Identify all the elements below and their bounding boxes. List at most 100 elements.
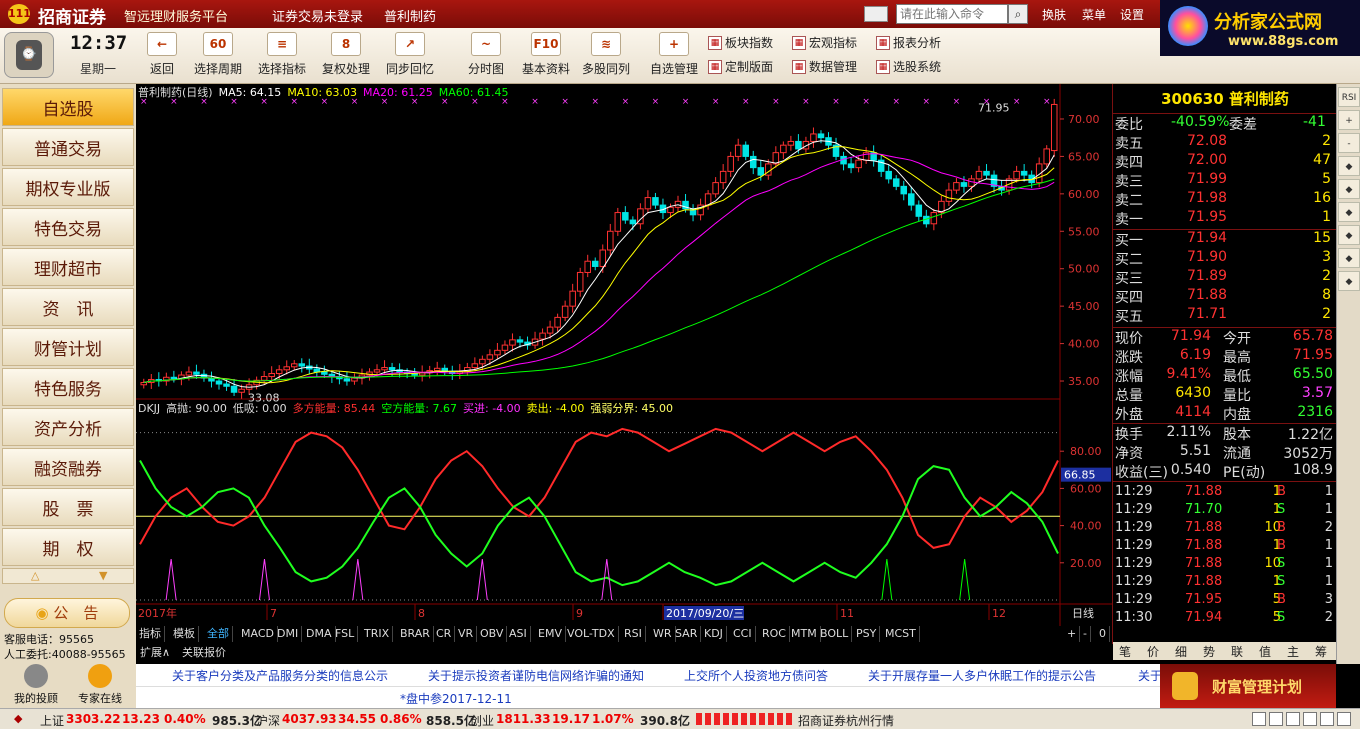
indicator-tab-12[interactable]: ASI xyxy=(506,626,531,642)
tray-icon-0[interactable] xyxy=(1252,712,1266,726)
expert-online-button[interactable]: 专家在线 xyxy=(72,664,128,708)
my-advisor-button[interactable]: 我的投顾 xyxy=(8,664,64,708)
notice-button[interactable]: ◉ 公 告 xyxy=(4,598,130,628)
period-label[interactable]: 日线 xyxy=(1072,606,1094,620)
bid-level[interactable]: 买五 71.71 2 xyxy=(1113,306,1337,325)
news-item-2[interactable]: 上交所个人投资地方债问答 xyxy=(684,667,828,684)
toolbar-button-1[interactable]: 60 选择周期 xyxy=(188,32,248,77)
bid-level[interactable]: 买二 71.90 3 xyxy=(1113,249,1337,268)
toolbar-button-8[interactable]: + 自选管理 xyxy=(644,32,704,77)
indicator-tab-24[interactable]: MCST xyxy=(882,626,920,642)
tray-icon-1[interactable] xyxy=(1269,712,1283,726)
indicator-tab-17[interactable]: SAR xyxy=(672,626,702,642)
menu-skin[interactable]: 换肤 xyxy=(1042,6,1066,23)
indicator-tab-13[interactable]: EMV xyxy=(535,626,566,642)
sidebar-item-11[interactable]: 期 权 xyxy=(2,528,134,566)
indicator-tab-2[interactable]: 全部 xyxy=(204,626,233,642)
quote-tab-4[interactable]: 联 xyxy=(1231,643,1243,660)
bid-level[interactable]: 买一 71.94 15 xyxy=(1113,230,1337,249)
toolbar-button-5[interactable]: ~ 分时图 xyxy=(456,32,516,77)
toolbar2-button-0[interactable]: ▦ 板块指数 xyxy=(708,34,773,51)
tray-icon-5[interactable] xyxy=(1337,712,1351,726)
quote-tab-3[interactable]: 势 xyxy=(1203,643,1215,660)
tray-icon-4[interactable] xyxy=(1320,712,1334,726)
toolbar-button-7[interactable]: ≋ 多股同列 xyxy=(576,32,636,77)
quote-tab-6[interactable]: 主 xyxy=(1287,643,1299,660)
login-status[interactable]: 证券交易未登录 xyxy=(272,6,363,25)
sidebar-item-8[interactable]: 资产分析 xyxy=(2,408,134,446)
chart-area[interactable]: 70.00 65.00 60.00 55.00 50.00 45.00 40.00 35.00… xyxy=(136,84,1112,644)
right-strip-button-3[interactable]: ◆ xyxy=(1338,156,1360,176)
sidebar-item-4[interactable]: 理财超市 xyxy=(2,248,134,286)
indicator-tab-18[interactable]: KDJ xyxy=(701,626,727,642)
sidebar-item-5[interactable]: 资 讯 xyxy=(2,288,134,326)
indicator-tab-14[interactable]: VOL-TDX xyxy=(564,626,619,642)
zoom-button-0[interactable]: + xyxy=(1064,626,1081,642)
sidebar-item-9[interactable]: 融资融券 xyxy=(2,448,134,486)
toolbar2-button-4[interactable]: ▦ 数据管理 xyxy=(792,58,857,75)
ask-level[interactable]: 卖五 72.08 2 xyxy=(1113,133,1337,152)
indicator-tab-6[interactable]: FSL xyxy=(332,626,359,642)
quote-tab-5[interactable]: 值 xyxy=(1259,643,1271,660)
sidebar-item-6[interactable]: 财管计划 xyxy=(2,328,134,366)
sidebar-item-0[interactable]: 自选股 xyxy=(2,88,134,126)
expand-tab-0[interactable]: 扩展∧ xyxy=(140,644,170,660)
indicator-tab-5[interactable]: DMA xyxy=(303,626,336,642)
news-sub-label[interactable]: *盘中参2017-12-11 xyxy=(400,690,512,707)
scroll-up-icon[interactable]: △ xyxy=(31,569,39,582)
toolbar-button-4[interactable]: ↗ 同步回忆 xyxy=(380,32,440,77)
wealth-plan-banner[interactable]: 财富管理计划 xyxy=(1160,664,1336,708)
indicator-tab-22[interactable]: BOLL xyxy=(817,626,853,642)
toolbar2-button-3[interactable]: ▦ 定制版面 xyxy=(708,58,773,75)
right-strip-button-2[interactable]: - xyxy=(1338,133,1360,153)
toolbar-button-3[interactable]: 8 复权处理 xyxy=(316,32,376,77)
toolbar-button-0[interactable]: ← 返回 xyxy=(144,32,180,77)
news-item-0[interactable]: 关于客户分类及产品服务分类的信息公示 xyxy=(172,667,388,684)
chart-canvas[interactable]: 70.00 65.00 60.00 55.00 50.00 45.00 40.00 35.00… xyxy=(136,84,1112,626)
indicator-tab-20[interactable]: ROC xyxy=(759,626,790,642)
indicator-tab-8[interactable]: BRAR xyxy=(397,626,434,642)
right-strip-button-5[interactable]: ◆ xyxy=(1338,202,1360,222)
news-item-3[interactable]: 关于开展存量一人多户休眠工作的提示公告 xyxy=(868,667,1096,684)
tray-icon-2[interactable] xyxy=(1286,712,1300,726)
ask-level[interactable]: 卖四 72.00 47 xyxy=(1113,152,1337,171)
menu-settings[interactable]: 设置 xyxy=(1120,6,1144,23)
indicator-tab-0[interactable]: 指标 xyxy=(136,626,165,642)
right-strip-button-4[interactable]: ◆ xyxy=(1338,179,1360,199)
expand-tab-1[interactable]: 关联报价 xyxy=(182,644,226,660)
indicator-tab-3[interactable]: MACD xyxy=(238,626,278,642)
indicator-tab-21[interactable]: MTM xyxy=(788,626,821,642)
search-icon[interactable]: ⌕ xyxy=(1008,4,1028,24)
sidebar-item-2[interactable]: 期权专业版 xyxy=(2,168,134,206)
ask-level[interactable]: 卖三 71.99 5 xyxy=(1113,171,1337,190)
indicator-tab-7[interactable]: TRIX xyxy=(361,626,394,642)
indicator-tab-19[interactable]: CCI xyxy=(730,626,756,642)
ask-level[interactable]: 卖二 71.98 16 xyxy=(1113,190,1337,209)
indicator-tab-11[interactable]: OBV xyxy=(477,626,508,642)
toolbar2-button-2[interactable]: ▦ 报表分析 xyxy=(876,34,941,51)
indicator-tab-1[interactable]: 模板 xyxy=(170,626,199,642)
sidebar-item-3[interactable]: 特色交易 xyxy=(2,208,134,246)
right-strip-button-8[interactable]: ◆ xyxy=(1338,271,1360,291)
toolbar2-button-5[interactable]: ▦ 选股系统 xyxy=(876,58,941,75)
indicator-tab-4[interactable]: DMI xyxy=(274,626,303,642)
indicator-tab-9[interactable]: CR xyxy=(433,626,456,642)
news-item-1[interactable]: 关于提示投资者谨防电信网络诈骗的通知 xyxy=(428,667,644,684)
right-strip-button-0[interactable]: RSI xyxy=(1338,87,1360,107)
sidebar-item-1[interactable]: 普通交易 xyxy=(2,128,134,166)
news-item-4[interactable]: 关于 xyxy=(1138,667,1162,684)
quote-tab-0[interactable]: 笔 xyxy=(1119,643,1131,660)
right-strip-button-7[interactable]: ◆ xyxy=(1338,248,1360,268)
quote-tab-7[interactable]: 筹 xyxy=(1315,643,1327,660)
right-strip-button-1[interactable]: + xyxy=(1338,110,1360,130)
command-input[interactable] xyxy=(896,4,1008,24)
bid-level[interactable]: 买三 71.89 2 xyxy=(1113,268,1337,287)
toolbar2-button-1[interactable]: ▦ 宏观指标 xyxy=(792,34,857,51)
quote-tab-1[interactable]: 价 xyxy=(1147,643,1159,660)
quote-tab-2[interactable]: 细 xyxy=(1175,643,1187,660)
ask-level[interactable]: 卖一 71.95 1 xyxy=(1113,209,1337,228)
toolbar-button-6[interactable]: F10 基本资料 xyxy=(516,32,576,77)
sidebar-item-7[interactable]: 特色服务 xyxy=(2,368,134,406)
scroll-down-icon[interactable]: ▼ xyxy=(99,569,107,582)
toolbar-button-2[interactable]: ≡ 选择指标 xyxy=(252,32,312,77)
